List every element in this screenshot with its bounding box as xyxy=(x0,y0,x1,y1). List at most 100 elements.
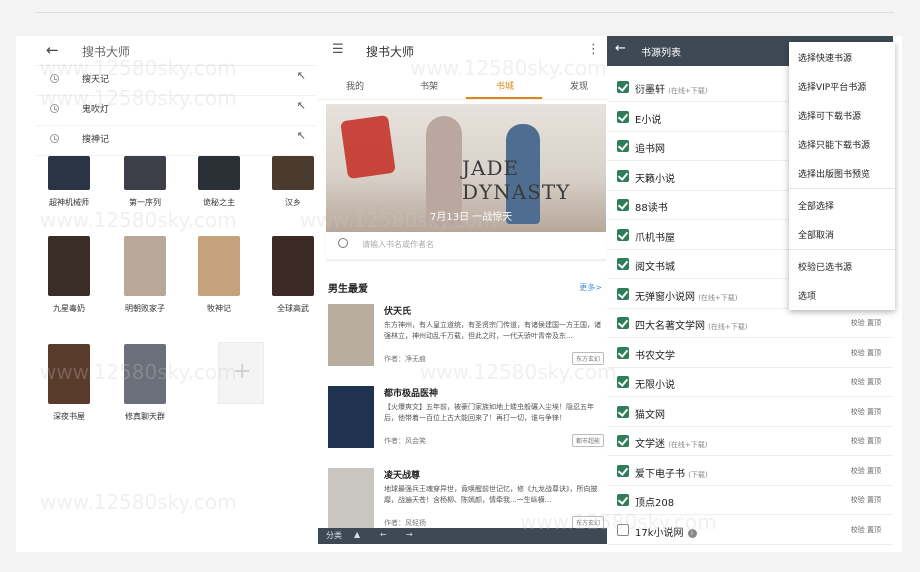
source-row[interactable]: 爱下电子书 (下载) 校验 置顶 xyxy=(607,457,893,486)
tab-bookshelf[interactable]: 书架 xyxy=(404,79,454,92)
forward-icon[interactable]: → xyxy=(406,530,413,539)
back-arrow-icon[interactable]: ← xyxy=(46,41,59,59)
book-cover xyxy=(328,386,374,448)
more-options-icon[interactable]: ⋮ xyxy=(587,42,600,57)
source-actions[interactable]: 校验 置顶 xyxy=(851,466,881,476)
book-author: 作者：风轻扬 xyxy=(384,519,426,527)
menu-item[interactable]: 选择出版图书预览 xyxy=(789,158,895,187)
source-checkbox[interactable] xyxy=(617,376,629,388)
tab-mine[interactable]: 我的 xyxy=(330,79,380,92)
source-row[interactable]: 17k小说网 i 校验 置顶 xyxy=(607,516,893,545)
fill-arrow-icon[interactable]: ↖ xyxy=(297,69,306,82)
book-author: 作者：风会笑 xyxy=(384,437,426,445)
plus-icon: + xyxy=(233,359,252,384)
source-checkbox[interactable] xyxy=(617,494,629,506)
add-book-button[interactable]: + xyxy=(218,342,264,404)
hamburger-menu-icon[interactable]: ☰ xyxy=(332,42,344,57)
history-item[interactable]: 鬼吹灯 ↖ xyxy=(36,96,316,126)
banner-date: 7月13日 一战惊天 xyxy=(430,212,513,223)
source-row[interactable]: 四大名著文学网 (在线+下载) 校验 置顶 xyxy=(607,309,893,338)
promo-banner[interactable]: JADE DYNASTY 7月13日 一战惊天 xyxy=(326,104,606,232)
menu-item[interactable]: 选项 xyxy=(789,280,895,309)
info-icon[interactable]: i xyxy=(687,528,697,538)
book-tile[interactable]: 修真聊天群 xyxy=(118,344,172,422)
book-tile[interactable]: 牧神记 xyxy=(192,236,246,314)
source-checkbox[interactable] xyxy=(617,465,629,477)
back-icon[interactable]: ← xyxy=(380,530,387,539)
history-item[interactable]: 搜神记 ↖ xyxy=(36,126,316,156)
source-checkbox[interactable] xyxy=(617,524,629,536)
source-row[interactable]: 顶点208 校验 置顶 xyxy=(607,486,893,515)
source-actions[interactable]: 校验 置顶 xyxy=(851,495,881,505)
menu-item[interactable]: 选择快速书源 xyxy=(789,42,895,71)
source-actions[interactable]: 校验 置顶 xyxy=(851,318,881,328)
book-tile[interactable]: 诡秘之主 xyxy=(192,156,246,208)
book-tile[interactable]: 超神机械师 xyxy=(42,156,96,208)
category-button[interactable]: 分类 xyxy=(326,530,342,541)
source-checkbox[interactable] xyxy=(617,406,629,418)
section-more-link[interactable]: 更多> xyxy=(579,282,602,293)
book-title: 凌天战尊 xyxy=(384,471,421,481)
store-search-field[interactable]: 请输入书名或作者名 xyxy=(326,232,606,260)
source-name: 爪机书屋 xyxy=(635,233,675,244)
book-tile[interactable]: 九星毒奶 xyxy=(42,236,96,314)
book-tile[interactable]: 明朝败家子 xyxy=(118,236,172,314)
active-tab-indicator xyxy=(466,97,542,99)
book-tile[interactable]: 全球高武 xyxy=(266,236,320,314)
app-title: 搜书大师 xyxy=(366,45,415,59)
search-input[interactable]: 搜书大师 xyxy=(82,43,130,60)
search-bar[interactable]: ← 搜书大师 xyxy=(36,36,316,66)
book-title: 伏天氏 xyxy=(384,307,412,317)
source-row[interactable]: 无限小说 校验 置顶 xyxy=(607,368,893,397)
menu-item[interactable]: 校验已选书源 xyxy=(789,251,895,280)
source-checkbox[interactable] xyxy=(617,258,629,270)
book-tile[interactable]: 第一序列 xyxy=(118,156,172,208)
source-checkbox[interactable] xyxy=(617,81,629,93)
back-arrow-icon[interactable]: ← xyxy=(615,41,626,56)
source-checkbox[interactable] xyxy=(617,317,629,329)
fill-arrow-icon[interactable]: ↖ xyxy=(297,99,306,112)
book-tile[interactable]: 汉乡 xyxy=(266,156,320,208)
source-actions[interactable]: 校验 置顶 xyxy=(851,407,881,417)
tab-bookstore[interactable]: 书城 xyxy=(480,79,530,92)
book-list-item[interactable]: 伏天氏 东方神州，有人皇立道统，有圣贤宗门传道，有诸侯建国一方王国，诸强林立，神… xyxy=(328,304,604,386)
source-actions[interactable]: 校验 置顶 xyxy=(851,348,881,358)
source-name: 衍墨轩 (在线+下载) xyxy=(635,85,708,96)
book-list-item[interactable]: 都市极品医神 【火爆爽文】五年前，被豪门家族如地上蝼虫般碾入尘埃！隐忍五年后，他… xyxy=(328,386,604,468)
history-item[interactable]: 搜天记 ↖ xyxy=(36,66,316,96)
source-checkbox[interactable] xyxy=(617,140,629,152)
banner-title: JADE DYNASTY xyxy=(462,156,571,204)
source-checkbox[interactable] xyxy=(617,111,629,123)
source-checkbox[interactable] xyxy=(617,229,629,241)
source-actions[interactable]: 校验 置顶 xyxy=(851,377,881,387)
source-row[interactable]: 书农文学 校验 置顶 xyxy=(607,339,893,368)
search-placeholder: 请输入书名或作者名 xyxy=(362,240,434,249)
source-checkbox[interactable] xyxy=(617,435,629,447)
fill-arrow-icon[interactable]: ↖ xyxy=(297,129,306,142)
source-name: E小说 xyxy=(635,115,662,126)
tab-discover[interactable]: 发现 xyxy=(554,79,604,92)
home-icon[interactable]: ▲ xyxy=(354,530,360,539)
source-checkbox[interactable] xyxy=(617,170,629,182)
book-tile[interactable]: 深夜书屋 xyxy=(42,344,96,422)
source-checkbox[interactable] xyxy=(617,199,629,211)
book-title: 汉乡 xyxy=(285,198,301,207)
source-row[interactable]: 文学迷 (在线+下载) 校验 置顶 xyxy=(607,427,893,456)
menu-item[interactable]: 全部选择 xyxy=(789,190,895,219)
menu-item[interactable]: 全部取消 xyxy=(789,219,895,248)
book-list-item[interactable]: 凌天战尊 地球最强兵王魂穿异世，竟唤醒前世记忆，修《九龙战尊诀》，所向披靡，战遍… xyxy=(328,468,604,528)
source-checkbox[interactable] xyxy=(617,347,629,359)
source-row[interactable]: 猫文网 校验 置顶 xyxy=(607,398,893,427)
menu-item[interactable]: 选择可下载书源 xyxy=(789,100,895,129)
book-cover xyxy=(124,344,166,404)
book-title: 诡秘之主 xyxy=(203,198,235,207)
source-checkbox[interactable] xyxy=(617,288,629,300)
book-title: 都市极品医神 xyxy=(384,389,439,399)
source-name: 顶点208 xyxy=(635,498,675,509)
clock-icon xyxy=(50,74,59,83)
history-label: 搜神记 xyxy=(82,135,110,145)
source-actions[interactable]: 校验 置顶 xyxy=(851,436,881,446)
source-actions[interactable]: 校验 置顶 xyxy=(851,525,881,535)
menu-item[interactable]: 选择VIP平台书源 xyxy=(789,71,895,100)
menu-item[interactable]: 选择只能下载书源 xyxy=(789,129,895,158)
